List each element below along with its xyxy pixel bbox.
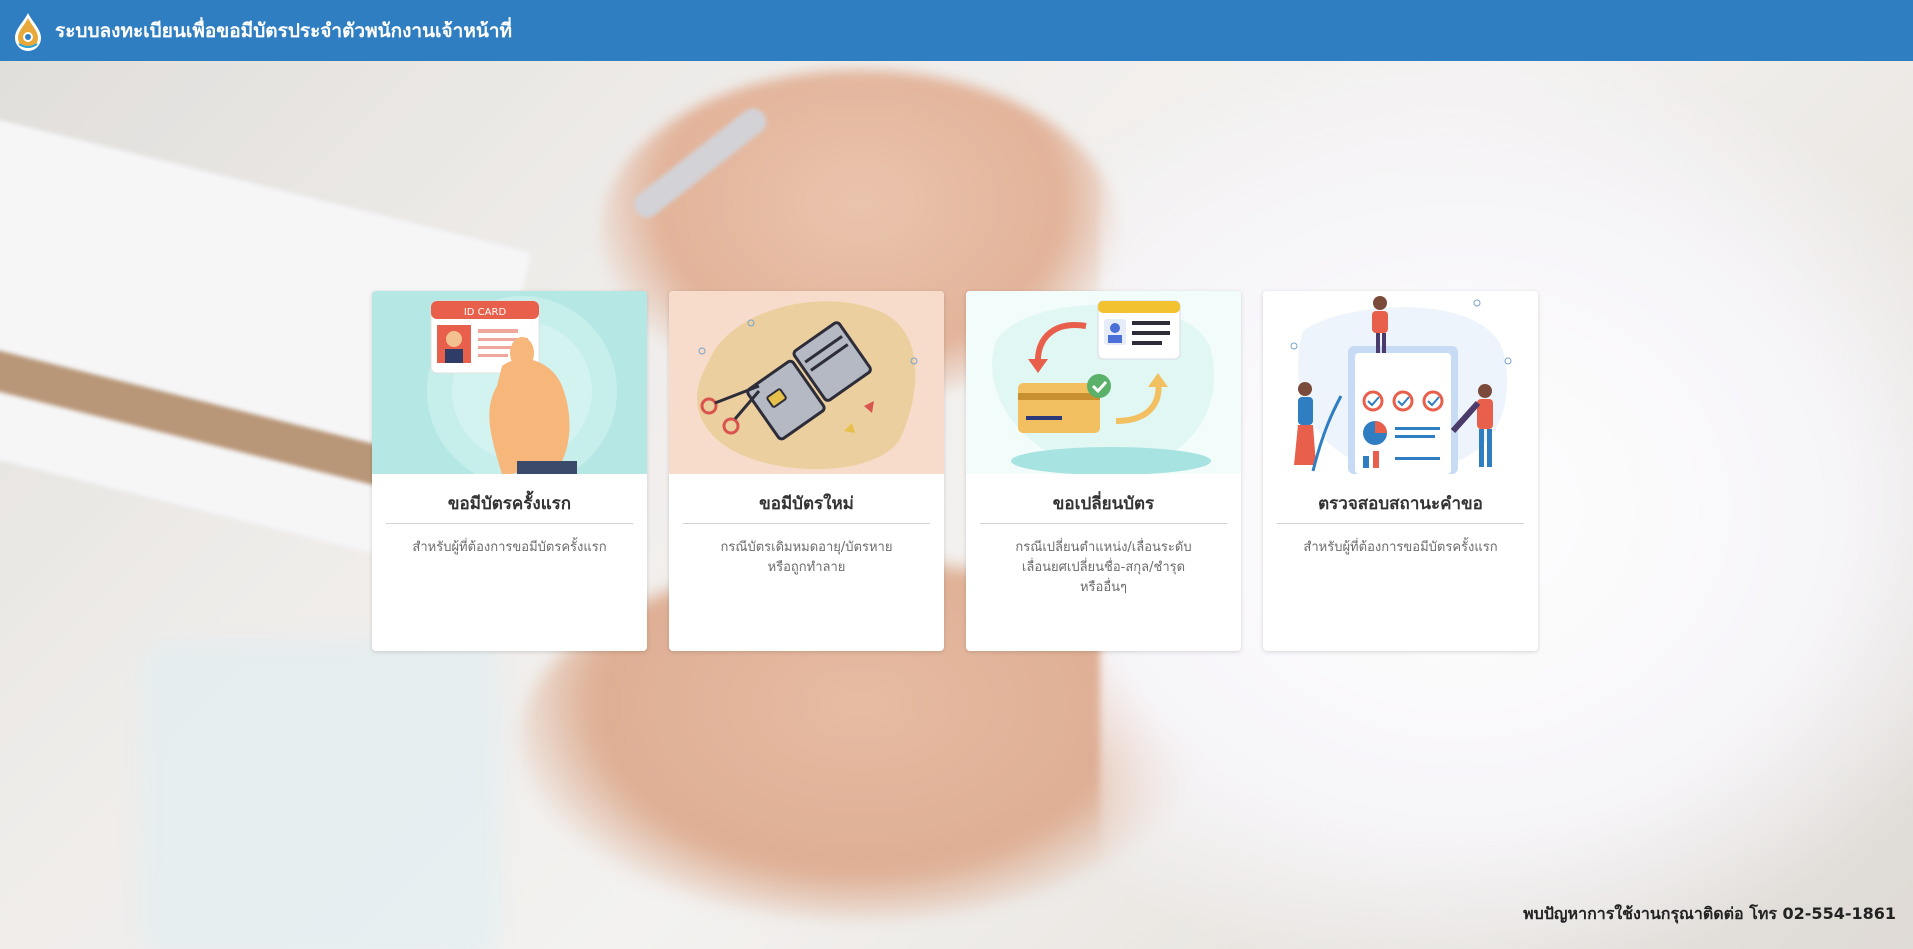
card-first-request[interactable]: ID CARD ขอมีบัตรครั้งแรก สำหรับผู้ที่ต้อ…: [372, 291, 647, 651]
card-change-card[interactable]: ขอเปลี่ยนบัตร กรณีเปลี่ยนตำแหน่ง/เลื่อนร…: [966, 291, 1241, 651]
checklist-people-icon: [1263, 291, 1538, 474]
water-drop-emblem-icon[interactable]: [11, 11, 45, 51]
card-first-request-title: ขอมีบัตรครั้งแรก: [447, 494, 572, 514]
id-card-label: ID CARD: [464, 307, 507, 318]
card-change-card-image: [966, 291, 1241, 474]
app-title: ระบบลงทะเบียนเพื่อขอมีบัตรประจำตัวพนักงา…: [55, 19, 513, 42]
support-contact-text: พบปัญหาการใช้งานกรุณาติดต่อ โทร 02-554-1…: [1523, 904, 1896, 923]
card-change-card-title: ขอเปลี่ยนบัตร: [1052, 494, 1155, 514]
card-first-request-image: ID CARD: [372, 291, 647, 474]
card-check-status[interactable]: ตรวจสอบสถานะคำขอ สำหรับผู้ที่ต้องการขอมี…: [1263, 291, 1538, 651]
card-new-card-image: [669, 291, 944, 474]
card-new-card[interactable]: ขอมีบัตรใหม่ กรณีบัตรเดิมหมดอายุ/บัตรหาย…: [669, 291, 944, 651]
hand-holding-id-card-icon: ID CARD: [372, 291, 647, 474]
card-new-card-title: ขอมีบัตรใหม่: [759, 494, 854, 514]
top-header-bar: ระบบลงทะเบียนเพื่อขอมีบัตรประจำตัวพนักงา…: [0, 0, 1913, 61]
card-check-status-title: ตรวจสอบสถานะคำขอ: [1318, 494, 1483, 514]
card-change-card-description: กรณีเปลี่ยนตำแหน่ง/เลื่อนระดับ เลื่อนยศเ…: [1015, 540, 1192, 595]
card-check-status-description: สำหรับผู้ที่ต้องการขอมีบัตรครั้งแรก: [1303, 540, 1498, 555]
card-new-card-description: กรณีบัตรเดิมหมดอายุ/บัตรหาย หรือถูกทำลาย: [720, 540, 893, 575]
service-cards: ID CARD ขอมีบัตรครั้งแรก สำหรับผู้ที่ต้อ…: [372, 291, 1538, 651]
card-first-request-description: สำหรับผู้ที่ต้องการขอมีบัตรครั้งแรก: [412, 540, 607, 555]
cut-card-scissors-icon: [669, 291, 944, 474]
card-exchange-arrows-icon: [966, 291, 1241, 474]
card-check-status-image: [1263, 291, 1538, 474]
